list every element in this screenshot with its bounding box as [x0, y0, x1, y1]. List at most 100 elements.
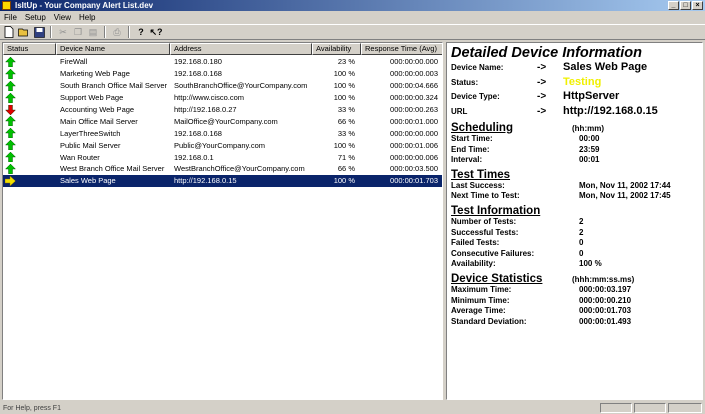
column-header-response-time[interactable]: Response Time (Avg)	[361, 43, 442, 55]
window-title: IsItUp - Your Company Alert List.dev	[15, 1, 154, 10]
section-unit: (hh:mm)	[572, 124, 604, 133]
test-information-section: Test Information	[451, 205, 698, 217]
detail-row: Standard Deviation: 000:00:01.493	[451, 317, 698, 328]
copy-icon[interactable]: ❐	[71, 26, 85, 39]
detail-label: Consecutive Failures:	[451, 248, 535, 258]
detail-value: 2	[579, 227, 584, 237]
menu-file[interactable]: File	[0, 13, 21, 22]
table-row[interactable]: Main Office Mail Server MailOffice@YourCo…	[3, 115, 442, 127]
close-button[interactable]: ×	[692, 1, 703, 10]
toolbar-separator	[104, 26, 106, 38]
availability-cell: 66 %	[337, 164, 355, 174]
column-header-availability[interactable]: Availability	[312, 43, 361, 55]
save-icon[interactable]	[32, 26, 46, 39]
device-info-label: Status:	[451, 77, 479, 87]
table-row[interactable]: South Branch Office Mail Server SouthBran…	[3, 80, 442, 92]
column-header-status[interactable]: Status	[3, 43, 56, 55]
availability-cell: 33 %	[337, 105, 355, 114]
address-cell: 192.168.0.168	[174, 69, 222, 79]
print-icon[interactable]: ⎙	[110, 26, 124, 39]
device-name-cell: West Branch Office Mail Server	[60, 164, 165, 174]
maximize-button[interactable]: □	[680, 1, 691, 10]
response-time-cell: 000:00:01.006	[390, 140, 438, 150]
column-header-address[interactable]: Address	[170, 43, 312, 55]
device-info-value: HttpServer	[563, 90, 620, 102]
address-cell: http://192.168.0.15	[174, 176, 237, 186]
device-list-header: Status Device Name Address Availability …	[3, 43, 442, 55]
cut-icon[interactable]: ✂	[56, 26, 70, 39]
table-row[interactable]: Sales Web Page http://192.168.0.15 100 % 00…	[3, 174, 442, 187]
app-window: IsItUp - Your Company Alert List.dev _ □…	[0, 0, 705, 414]
device-name-cell: Marketing Web Page	[60, 69, 130, 79]
detail-label: Successful Tests:	[451, 227, 519, 237]
paste-icon[interactable]: ▤	[86, 26, 100, 39]
detail-label: Standard Deviation:	[451, 316, 527, 326]
address-cell: 192.168.0.180	[174, 57, 222, 67]
availability-cell: 100 %	[333, 93, 355, 103]
detail-label: Start Time:	[451, 134, 493, 143]
table-row[interactable]: Marketing Web Page 192.168.0.168 100 % 000:…	[3, 68, 442, 80]
availability-cell: 100 %	[333, 176, 355, 186]
status-down-icon	[3, 104, 56, 115]
detail-row: Maximum Time: 000:00:03.197	[451, 285, 698, 296]
response-time-cell: 000:00:00.000	[390, 57, 438, 67]
availability-cell: 33 %	[337, 128, 355, 138]
detail-row: End Time: 23:59	[451, 145, 698, 156]
address-cell: WestBranchOffice@YourCompany.com	[174, 164, 305, 174]
minimize-button[interactable]: _	[668, 1, 679, 10]
table-row[interactable]: Support Web Page http://www.cisco.com 100 …	[3, 92, 442, 104]
status-up-icon	[3, 128, 56, 139]
status-up-icon	[3, 140, 56, 151]
menu-view[interactable]: View	[50, 13, 75, 22]
table-row[interactable]: West Branch Office Mail Server WestBranch…	[3, 163, 442, 175]
availability-cell: 100 %	[333, 69, 355, 79]
device-info-value: Testing	[563, 75, 602, 88]
open-icon[interactable]	[17, 26, 31, 39]
scheduling-section: Scheduling (hh:mm)	[451, 122, 698, 134]
response-time-cell: 000:00:00.263	[390, 105, 438, 114]
address-cell: MailOffice@YourCompany.com	[174, 116, 278, 126]
device-info-arrow: ->	[537, 62, 547, 73]
device-name-cell: South Branch Office Mail Server	[60, 81, 167, 91]
column-header-device-name[interactable]: Device Name	[56, 43, 170, 55]
section-heading: Scheduling	[451, 122, 513, 134]
device-name-cell: Main Office Mail Server	[60, 116, 138, 126]
device-statistics-section: Device Statistics (hhh:mm:ss.ms)	[451, 273, 698, 285]
device-list[interactable]: Status Device Name Address Availability …	[2, 42, 443, 400]
device-info-value: http://192.168.0.15	[563, 104, 658, 117]
menu-help[interactable]: Help	[75, 13, 99, 22]
status-up-icon	[3, 152, 56, 163]
detail-row: Interval: 00:01	[451, 155, 698, 166]
device-info-row: Device Name: -> Sales Web Page	[451, 61, 698, 76]
new-icon[interactable]	[2, 26, 16, 39]
detail-row: Number of Tests: 2	[451, 217, 698, 228]
response-time-cell: 000:00:00.324	[390, 93, 438, 103]
detail-value: 00:00	[579, 134, 600, 143]
detail-label: Next Time to Test:	[451, 191, 520, 201]
detail-label: Number of Tests:	[451, 216, 517, 226]
menu-setup[interactable]: Setup	[21, 13, 50, 22]
detail-value: 0	[579, 238, 584, 248]
device-info-row: Device Type: -> HttpServer	[451, 90, 698, 105]
device-name-cell: Sales Web Page	[60, 176, 116, 186]
table-row[interactable]: Wan Router 192.168.0.1 71 % 000:00:00.006	[3, 151, 442, 163]
device-name-cell: Wan Router	[60, 152, 100, 162]
device-info-label: URL	[451, 106, 468, 116]
address-cell: 192.168.0.168	[174, 128, 222, 138]
table-row[interactable]: Accounting Web Page http://192.168.0.27 33…	[3, 104, 442, 116]
table-row[interactable]: LayerThreeSwitch 192.168.0.168 33 % 000:00:…	[3, 127, 442, 139]
title-bar[interactable]: IsItUp - Your Company Alert List.dev _ □…	[0, 0, 705, 11]
address-cell: SouthBranchOffice@YourCompany.com	[174, 81, 308, 91]
status-panel	[634, 403, 666, 413]
test-information-items: Number of Tests: 2 Successful Tests: 2 Faile…	[451, 217, 698, 270]
table-row[interactable]: FireWall 192.168.0.180 23 % 000:00:00.000	[3, 56, 442, 68]
context-help-icon[interactable]: ↖?	[149, 26, 163, 39]
status-up-icon	[3, 68, 56, 79]
device-info-row: Status: -> Testing	[451, 76, 698, 91]
app-icon	[2, 1, 11, 10]
detail-label: Interval:	[451, 155, 483, 165]
help-icon[interactable]: ?	[134, 26, 148, 39]
detail-value: 00:01	[579, 155, 600, 165]
table-row[interactable]: Public Mail Server Public@YourCompany.com…	[3, 139, 442, 151]
address-cell: http://192.168.0.27	[174, 105, 237, 114]
